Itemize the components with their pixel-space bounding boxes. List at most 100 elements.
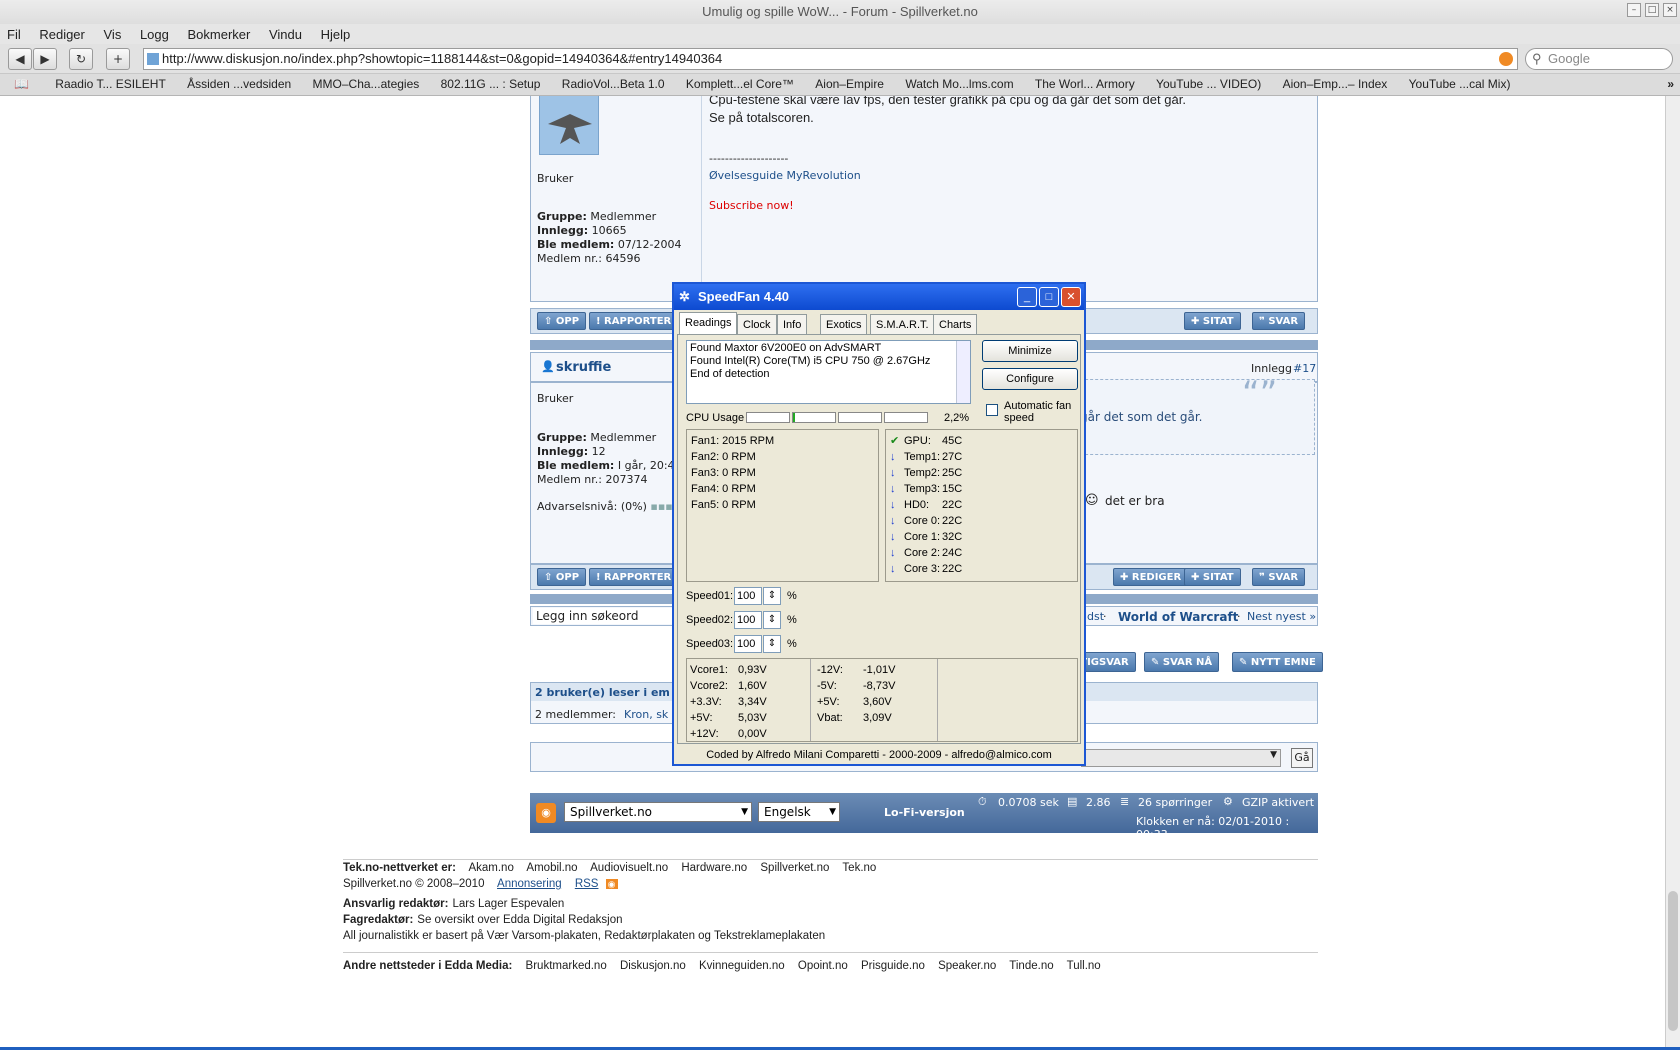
- partner-link[interactable]: Prisguide.no: [861, 960, 925, 972]
- oldest-link[interactable]: ldst: [1084, 610, 1104, 623]
- site-select[interactable]: Spillverket.no ▼: [564, 802, 752, 822]
- bookmark-item[interactable]: Aion–Empire: [806, 74, 893, 95]
- tab-clock[interactable]: Clock: [737, 314, 777, 334]
- rss-icon[interactable]: ◉: [605, 879, 618, 889]
- readers-members[interactable]: Kron, sk: [624, 708, 668, 721]
- partner-link[interactable]: Tull.no: [1067, 960, 1101, 972]
- tab-info[interactable]: Info: [777, 314, 808, 334]
- close-window-icon[interactable]: ×: [1663, 3, 1677, 17]
- sf-minimize-icon[interactable]: _: [1017, 287, 1037, 307]
- tab-readings[interactable]: Readings: [679, 312, 738, 334]
- partner-link[interactable]: Opoint.no: [798, 960, 848, 972]
- tab-smart[interactable]: S.M.A.R.T.: [870, 314, 935, 334]
- rss-icon[interactable]: ◉: [536, 803, 556, 823]
- bookmark-item[interactable]: Åssiden ...vedsiden: [178, 74, 300, 95]
- post-number-link[interactable]: #17: [1293, 362, 1316, 375]
- bookmarks-overflow-icon[interactable]: »: [1667, 74, 1674, 95]
- forum-link[interactable]: World of Warcraft: [1118, 610, 1238, 624]
- go-button[interactable]: Gå: [1291, 748, 1313, 768]
- report-button[interactable]: ! RAPPORTER: [589, 568, 679, 586]
- speed03-input[interactable]: 100: [734, 635, 762, 653]
- bookmark-item[interactable]: YouTube ... VIDEO): [1147, 74, 1270, 95]
- journalism-note: All journalistikk er basert på Vær Varso…: [343, 930, 826, 942]
- spinner-icon[interactable]: ⇕: [763, 587, 781, 605]
- bookmark-item[interactable]: Watch Mo...lms.com: [896, 74, 1022, 95]
- edit-button[interactable]: ✚ REDIGER: [1113, 568, 1189, 586]
- tab-exotics[interactable]: Exotics: [820, 314, 868, 334]
- speed01-input[interactable]: 100: [734, 587, 762, 605]
- report-button[interactable]: ! RAPPORTER: [589, 312, 679, 330]
- bookmark-item[interactable]: MMO–Cha...ategies: [304, 74, 429, 95]
- sf-close-icon[interactable]: ✕: [1061, 287, 1081, 307]
- signature-link[interactable]: Øvelsesguide MyRevolution: [709, 169, 861, 182]
- readers-label: 2 medlemmer:: [535, 708, 617, 721]
- menu-view[interactable]: Vis: [97, 24, 130, 44]
- menu-help[interactable]: Hjelp: [314, 24, 359, 44]
- reply-button[interactable]: ❞ SVAR: [1252, 568, 1306, 586]
- forward-button[interactable]: ▶: [33, 48, 57, 70]
- new-topic-button[interactable]: ✎ NYTT EMNE: [1232, 652, 1323, 672]
- partner-link[interactable]: Kvinneguiden.no: [699, 960, 785, 972]
- network-link[interactable]: Spillverket.no: [760, 862, 829, 874]
- maximize-window-icon[interactable]: □: [1645, 3, 1659, 17]
- forum-jump-select[interactable]: ▼: [1081, 749, 1281, 767]
- up-button[interactable]: ⇧ OPP: [537, 312, 587, 330]
- subscribe-link[interactable]: Subscribe now!: [709, 199, 794, 212]
- vertical-scrollbar[interactable]: [1665, 96, 1680, 1050]
- new-tab-button[interactable]: +: [106, 48, 130, 70]
- scrollbar-thumb[interactable]: [1668, 891, 1678, 1031]
- quote-button[interactable]: ✚ SITAT: [1184, 568, 1241, 586]
- spinner-icon[interactable]: ⇕: [763, 635, 781, 653]
- speed02-input[interactable]: 100: [734, 611, 762, 629]
- reply-button[interactable]: ❞ SVAR: [1252, 312, 1306, 330]
- quote-button[interactable]: ✚ SITAT: [1184, 312, 1241, 330]
- tab-charts[interactable]: Charts: [933, 314, 978, 334]
- partner-link[interactable]: Speaker.no: [938, 960, 996, 972]
- next-newest-link[interactable]: Nest nyest »: [1247, 610, 1316, 623]
- reply-now-button[interactable]: ✎ SVAR NÅ: [1144, 652, 1220, 672]
- network-link[interactable]: Hardware.no: [681, 862, 747, 874]
- bookmark-item[interactable]: Raadio T... ESILEHT: [46, 74, 175, 95]
- partner-link[interactable]: Diskusjon.no: [620, 960, 686, 972]
- configure-button[interactable]: Configure: [982, 368, 1078, 390]
- rss-link[interactable]: RSS: [575, 878, 599, 890]
- language-select[interactable]: Engelsk ▼: [758, 802, 840, 822]
- menu-history[interactable]: Logg: [133, 24, 177, 44]
- minimize-window-icon[interactable]: –: [1627, 3, 1641, 17]
- back-button[interactable]: ◀: [8, 48, 32, 70]
- auto-fan-checkbox[interactable]: [986, 404, 998, 416]
- search-field[interactable]: ⚲ Google: [1525, 48, 1673, 70]
- network-link[interactable]: Amobil.no: [526, 862, 577, 874]
- search-keyword-input[interactable]: Legg inn søkeord: [533, 608, 683, 624]
- up-button[interactable]: ⇧ OPP: [537, 568, 587, 586]
- post-author[interactable]: skruffie: [556, 360, 611, 375]
- bookmark-item[interactable]: YouTube ...cal Mix): [1400, 74, 1520, 95]
- lofi-link[interactable]: Lo-Fi-versjon: [884, 806, 965, 819]
- log-scrollbar[interactable]: [956, 341, 970, 403]
- network-link[interactable]: Audiovisuelt.no: [590, 862, 668, 874]
- address-bar[interactable]: http://www.diskusjon.no/index.php?showto…: [143, 48, 1518, 70]
- menu-edit[interactable]: Rediger: [32, 24, 93, 44]
- menu-bookmarks[interactable]: Bokmerker: [181, 24, 259, 44]
- network-link[interactable]: Akam.no: [468, 862, 513, 874]
- bookmark-item[interactable]: The Worl... Armory: [1026, 74, 1144, 95]
- menu-file[interactable]: Fil: [0, 24, 29, 44]
- open-book-icon[interactable]: 📖: [0, 74, 43, 95]
- network-link[interactable]: Tek.no: [842, 862, 876, 874]
- spinner-icon[interactable]: ⇕: [763, 611, 781, 629]
- reload-button[interactable]: ↻: [69, 48, 93, 70]
- ads-link[interactable]: Annonsering: [497, 878, 562, 890]
- auto-fan-label: Automatic fan speed: [1004, 400, 1072, 424]
- bookmark-item[interactable]: Aion–Emp...– Index: [1274, 74, 1397, 95]
- partner-link[interactable]: Tinde.no: [1009, 960, 1053, 972]
- rss-feed-icon[interactable]: [1499, 52, 1513, 66]
- bookmark-item[interactable]: 802.11G ... : Setup: [432, 74, 550, 95]
- bookmark-item[interactable]: RadioVol...Beta 1.0: [553, 74, 674, 95]
- minimize-button[interactable]: Minimize: [982, 340, 1078, 362]
- editorial-link[interactable]: Se oversikt over Edda Digital Redaksjon: [417, 914, 622, 926]
- menu-window[interactable]: Vindu: [262, 24, 310, 44]
- bookmark-item[interactable]: Komplett...el Core™: [677, 74, 803, 95]
- partner-link[interactable]: Bruktmarked.no: [526, 960, 607, 972]
- sf-maximize-icon[interactable]: □: [1039, 287, 1059, 307]
- detection-log[interactable]: Found Maxtor 6V200E0 on AdvSMART Found I…: [686, 340, 971, 404]
